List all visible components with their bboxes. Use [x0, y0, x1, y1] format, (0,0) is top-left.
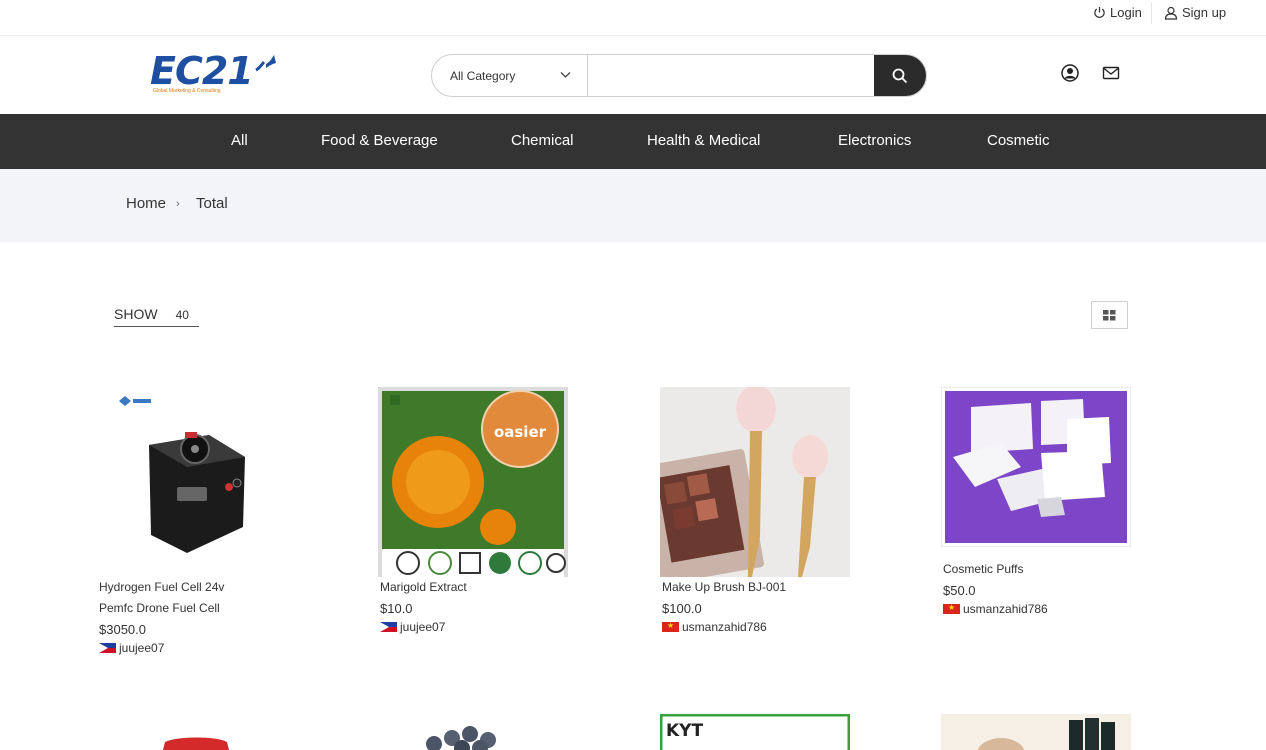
nav-item-cosmetic[interactable]: Cosmetic: [987, 132, 1050, 149]
chevron-down-icon: [560, 72, 571, 78]
top-bar: Login Sign up: [0, 0, 1266, 36]
show-count: 40: [175, 308, 189, 322]
oasier-brand-text: oasier: [494, 423, 547, 441]
product-price: $100.0: [662, 601, 702, 616]
category-select[interactable]: All Category: [432, 55, 588, 96]
seller-name: usmanzahid786: [963, 602, 1048, 616]
product-card[interactable]: oasier Marigold Extract $10.0 juujee07: [378, 387, 568, 634]
product-image[interactable]: [97, 714, 287, 750]
product-thumbnail: [378, 714, 568, 750]
user-outline-icon: [1164, 6, 1178, 20]
product-price: $10.0: [380, 601, 413, 616]
fuel-cell-image: [97, 387, 287, 577]
philippines-flag-icon: [99, 643, 116, 653]
power-icon: [1094, 6, 1105, 18]
logo-tagline: Global Marketing & Consulting: [153, 88, 221, 94]
product-seller[interactable]: usmanzahid786: [660, 620, 850, 634]
product-image[interactable]: [97, 387, 287, 577]
product-image[interactable]: KYT: [660, 714, 850, 750]
seller-name: juujee07: [119, 641, 165, 655]
mail-icon: [1102, 66, 1120, 80]
philippines-flag-icon: [380, 622, 397, 632]
grid-view-button[interactable]: [1091, 301, 1128, 329]
product-thumbnail: [97, 714, 287, 750]
nav-item-all[interactable]: All: [231, 132, 248, 149]
grid-icon: [1103, 309, 1116, 320]
cosmetic-puffs-image: [941, 387, 1131, 547]
logo-wave-icon: [255, 55, 276, 72]
topbar-divider: [1151, 2, 1152, 24]
search-icon: [892, 68, 908, 83]
product-name[interactable]: Make Up Brush BJ-001: [660, 577, 850, 598]
product-image[interactable]: oasier: [378, 387, 568, 577]
search-bar: All Category: [431, 54, 927, 97]
seller-name: juujee07: [400, 620, 446, 634]
product-name[interactable]: Marigold Extract: [378, 577, 568, 598]
product-card[interactable]: Make Up Brush BJ-001 $100.0 usmanzahid78…: [660, 387, 850, 634]
product-image[interactable]: [941, 714, 1131, 750]
breadcrumb-current: Total: [196, 195, 228, 212]
product-name-line2[interactable]: Pemfc Drone Fuel Cell: [97, 598, 287, 619]
makeup-brush-image: [660, 387, 850, 577]
seller-name: usmanzahid786: [682, 620, 767, 634]
product-image[interactable]: [378, 714, 568, 750]
login-link[interactable]: Login: [1093, 5, 1142, 20]
breadcrumb-separator: ›: [176, 198, 180, 210]
show-label: SHOW: [114, 306, 158, 322]
login-label: Login: [1110, 5, 1142, 20]
product-card[interactable]: KYT: [660, 714, 850, 750]
vietnam-flag-icon: [943, 604, 960, 614]
product-card[interactable]: [941, 714, 1131, 750]
account-button[interactable]: [1061, 64, 1079, 82]
user-circle-icon: [1061, 64, 1079, 82]
product-seller[interactable]: usmanzahid786: [941, 602, 1131, 616]
product-seller[interactable]: juujee07: [378, 620, 568, 634]
product-card[interactable]: Cosmetic Puffs $50.0 usmanzahid786: [941, 387, 1131, 616]
nav-item-health-medical[interactable]: Health & Medical: [647, 132, 760, 149]
search-button[interactable]: [874, 55, 926, 96]
nav-item-electronics[interactable]: Electronics: [838, 132, 911, 149]
ec21-logo[interactable]: EC21 Global Marketing & Consulting: [150, 52, 280, 98]
product-thumbnail: KYT: [660, 714, 850, 750]
product-card[interactable]: Hydrogen Fuel Cell 24v Pemfc Drone Fuel …: [97, 387, 287, 655]
product-price: $3050.0: [99, 622, 146, 637]
category-nav: All Food & Beverage Chemical Health & Me…: [0, 114, 1266, 169]
vietnam-flag-icon: [662, 622, 679, 632]
product-image[interactable]: [660, 387, 850, 577]
kyt-brand-text: KYT: [666, 721, 703, 741]
signup-label: Sign up: [1182, 5, 1227, 20]
product-image[interactable]: [941, 387, 1131, 547]
category-select-label: All Category: [450, 68, 516, 83]
nav-item-chemical[interactable]: Chemical: [511, 132, 574, 149]
breadcrumb: Home › Total: [0, 169, 1266, 242]
product-name[interactable]: Cosmetic Puffs: [941, 559, 1131, 580]
product-price: $50.0: [943, 583, 976, 598]
show-count-select[interactable]: SHOW 40: [114, 306, 199, 327]
product-card[interactable]: [97, 714, 287, 750]
product-thumbnail: [941, 714, 1131, 750]
product-seller[interactable]: juujee07: [97, 641, 287, 655]
signup-link[interactable]: Sign up: [1164, 5, 1226, 20]
messages-button[interactable]: [1102, 64, 1120, 82]
marigold-image: oasier: [378, 387, 568, 577]
product-name[interactable]: Hydrogen Fuel Cell 24v: [97, 577, 287, 598]
search-input[interactable]: [588, 55, 874, 96]
product-card[interactable]: [378, 714, 568, 750]
breadcrumb-home[interactable]: Home: [126, 195, 166, 212]
nav-item-food-beverage[interactable]: Food & Beverage: [321, 132, 438, 149]
